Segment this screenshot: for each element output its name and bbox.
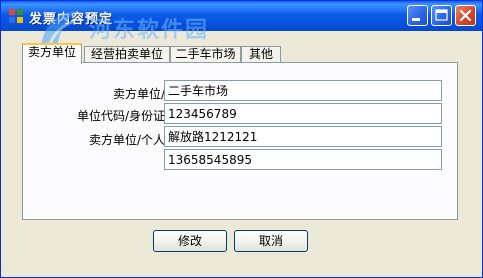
seller-name-input[interactable] bbox=[164, 80, 442, 101]
tab-used-car-market[interactable]: 二手车市场 bbox=[170, 46, 241, 63]
title-bar[interactable]: 发票内容预定 河东软件园 www.pc0359.cn bbox=[1, 1, 482, 60]
tab-label: 其他 bbox=[248, 47, 273, 61]
minimize-icon bbox=[412, 18, 420, 21]
seller-id-input[interactable] bbox=[164, 103, 442, 124]
close-button[interactable] bbox=[455, 5, 476, 26]
tab-label: 经营拍卖单位 bbox=[90, 47, 163, 61]
tab-seller[interactable]: 卖方单位 bbox=[22, 43, 82, 64]
phone-input[interactable] bbox=[164, 149, 442, 170]
tab-auction-operator[interactable]: 经营拍卖单位 bbox=[84, 46, 170, 63]
cancel-button[interactable]: 取消 bbox=[234, 230, 308, 252]
maximize-button[interactable] bbox=[431, 5, 452, 26]
maximize-icon bbox=[435, 9, 448, 21]
tab-label: 二手车市场 bbox=[175, 47, 236, 61]
app-icon bbox=[9, 9, 23, 23]
close-icon bbox=[459, 9, 472, 22]
tab-label: 卖方单位 bbox=[27, 45, 76, 59]
tab-other[interactable]: 其他 bbox=[241, 46, 281, 63]
seller-address-input[interactable] bbox=[164, 126, 442, 147]
modify-button[interactable]: 修改 bbox=[153, 230, 227, 252]
window-title: 发票内容预定 bbox=[29, 12, 114, 27]
dialog-window: 发票内容预定 河东软件园 www.pc0359.cn bbox=[0, 0, 483, 278]
minimize-button[interactable] bbox=[407, 5, 428, 26]
